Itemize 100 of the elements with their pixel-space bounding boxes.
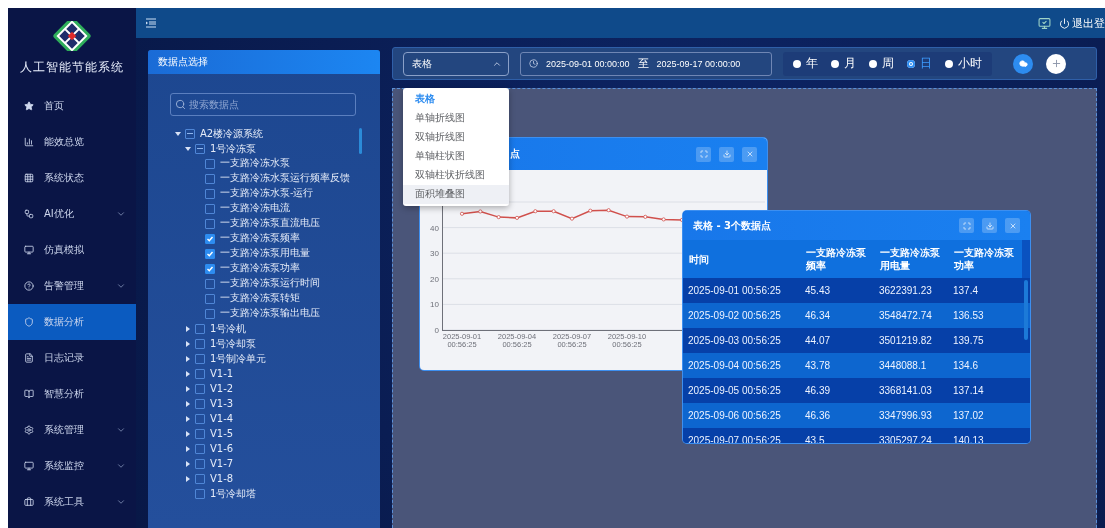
nav-item[interactable]: 首页 [8, 88, 136, 124]
checkbox[interactable] [205, 308, 215, 319]
tree-label[interactable]: 一支路冷冻电流 [220, 202, 290, 215]
nav-item[interactable]: 仿真模拟 [8, 232, 136, 268]
scrollbar[interactable] [1024, 280, 1028, 340]
checkbox[interactable] [205, 203, 215, 214]
tree-label[interactable]: 一支路冷冻泵频率 [220, 232, 300, 245]
screen-icon[interactable] [1038, 16, 1051, 30]
add-button[interactable] [1046, 53, 1066, 74]
checkbox[interactable] [205, 158, 215, 169]
caret-icon[interactable] [186, 430, 190, 437]
caret-icon[interactable] [186, 340, 190, 347]
tree-label[interactable]: V1-7 [210, 458, 234, 469]
checkbox[interactable] [185, 128, 195, 139]
checkbox[interactable] [195, 398, 205, 409]
close-button[interactable] [1005, 218, 1020, 233]
radio-option[interactable]: 月 [831, 55, 856, 72]
caret-icon[interactable] [186, 475, 190, 482]
tree-label[interactable]: 1号冷却塔 [210, 486, 257, 501]
cloud-button[interactable] [1013, 53, 1033, 74]
nav-item[interactable]: 告警管理 [8, 268, 136, 304]
tree-label[interactable]: 一支路冷冻泵运行时间 [220, 277, 320, 290]
caret-icon[interactable] [186, 445, 190, 452]
tree-label[interactable]: V1-5 [210, 428, 234, 439]
tree-label[interactable]: 一支路冷冻泵直流电压 [220, 217, 320, 230]
dropdown-option[interactable]: 双轴柱状折线图 [403, 166, 509, 185]
tree-label[interactable]: V1-6 [210, 443, 234, 454]
tree-label[interactable]: 1号制冷单元 [210, 351, 267, 366]
checkbox[interactable] [205, 263, 215, 274]
checkbox[interactable] [205, 248, 215, 259]
nav-item[interactable]: 系统工具 [8, 484, 136, 520]
checkbox[interactable] [195, 368, 205, 379]
tree-label[interactable]: V1-2 [210, 383, 234, 394]
checkbox[interactable] [195, 383, 205, 394]
tree-label[interactable]: V1-8 [210, 473, 234, 484]
tree-label[interactable]: V1-4 [210, 413, 234, 424]
checkbox[interactable] [205, 278, 215, 289]
nav-item[interactable]: 智慧分析 [8, 376, 136, 412]
scrollbar[interactable] [359, 128, 362, 154]
caret-icon[interactable] [186, 400, 190, 407]
dropdown-option[interactable]: 单轴柱状图 [403, 147, 509, 166]
close-button[interactable] [742, 146, 757, 162]
tree-label[interactable]: A2楼冷源系统 [200, 126, 264, 141]
checkbox[interactable] [195, 338, 205, 349]
radio-option[interactable]: 周 [869, 55, 894, 72]
tree-label[interactable]: 一支路冷冻泵功率 [220, 262, 300, 275]
caret-icon[interactable] [186, 355, 190, 362]
nav-item[interactable]: AI优化 [8, 196, 136, 232]
tree-label[interactable]: 一支路冷冻水泵-运行 [220, 187, 314, 200]
checkbox[interactable] [205, 218, 215, 229]
tree-label[interactable]: 1号冷冻泵 [210, 141, 257, 156]
tree-label[interactable]: 一支路冷冻泵输出电压 [220, 307, 320, 320]
checkbox[interactable] [195, 323, 205, 334]
caret-icon[interactable] [185, 146, 191, 151]
download-button[interactable] [719, 146, 734, 162]
checkbox[interactable] [205, 293, 215, 304]
menu-fold-icon[interactable] [146, 18, 156, 28]
dropdown-option[interactable]: 双轴折线图 [403, 128, 509, 147]
checkbox[interactable] [195, 458, 205, 469]
radio-option[interactable]: 小时 [945, 55, 982, 72]
radio-option[interactable]: 年 [793, 55, 818, 72]
caret-icon[interactable] [186, 460, 190, 467]
checkbox[interactable] [195, 353, 205, 364]
tree-label[interactable]: 一支路冷冻泵用电量 [220, 247, 310, 260]
checkbox[interactable] [195, 473, 205, 484]
tree-label[interactable]: 一支路冷冻水泵运行频率反馈 [220, 172, 350, 185]
checkbox[interactable] [195, 428, 205, 439]
checkbox[interactable] [205, 173, 215, 184]
date-range-field[interactable]: 2025-09-01 00:00:00 至 2025-09-17 00:00:00 [520, 51, 772, 76]
tree-label[interactable]: V1-1 [210, 368, 234, 379]
chart-type-select[interactable]: 表格 [403, 51, 509, 76]
caret-icon[interactable] [186, 385, 190, 392]
caret-icon[interactable] [186, 415, 190, 422]
nav-item[interactable]: 系统监控 [8, 448, 136, 484]
checkbox[interactable] [195, 443, 205, 454]
tree-label[interactable]: 一支路冷冻泵转矩 [220, 292, 300, 305]
caret-icon[interactable] [186, 325, 190, 332]
nav-item[interactable]: 能效总览 [8, 124, 136, 160]
checkbox[interactable] [205, 188, 215, 199]
download-button[interactable] [982, 218, 997, 233]
tree-label[interactable]: V1-3 [210, 398, 234, 409]
checkbox[interactable] [195, 413, 205, 424]
tree-label[interactable]: 1号冷机 [210, 321, 247, 336]
tree-label[interactable]: 1号冷却泵 [210, 336, 257, 351]
maximize-button[interactable] [959, 218, 974, 233]
checkbox[interactable] [195, 488, 205, 499]
nav-item[interactable]: 数据分析 [8, 304, 136, 340]
checkbox[interactable] [195, 143, 205, 154]
nav-item[interactable]: 日志记录 [8, 340, 136, 376]
tree-label[interactable]: 一支路冷冻水泵 [220, 157, 290, 170]
caret-icon[interactable] [186, 370, 190, 377]
dropdown-option[interactable]: 面积堆叠图 [403, 185, 509, 204]
nav-item[interactable]: 系统管理 [8, 412, 136, 448]
dropdown-option[interactable]: 表格 [403, 90, 509, 109]
caret-icon[interactable] [175, 131, 181, 136]
search-field[interactable]: 搜索数据点 [170, 93, 356, 116]
checkbox[interactable] [205, 233, 215, 244]
radio-option[interactable]: 日 [907, 55, 932, 72]
logout-button[interactable]: 退出登 [1059, 15, 1105, 31]
dropdown-option[interactable]: 单轴折线图 [403, 109, 509, 128]
